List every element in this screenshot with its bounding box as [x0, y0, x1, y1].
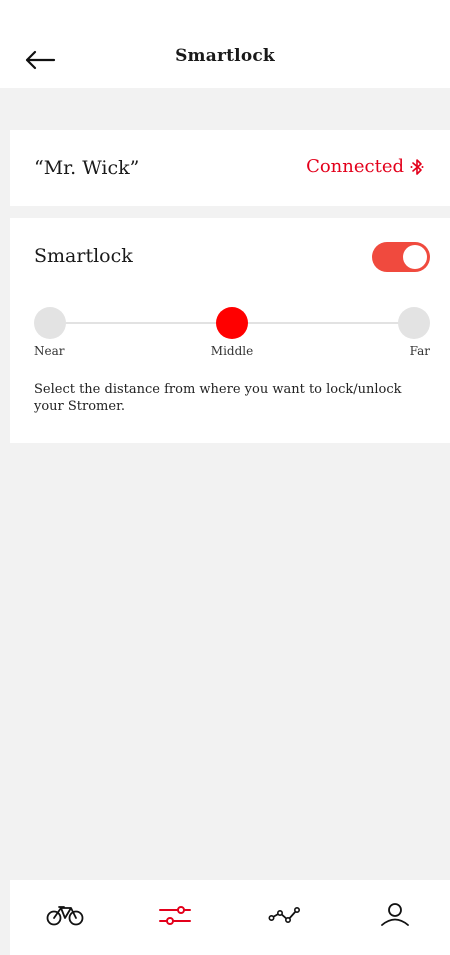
profile-icon [381, 902, 409, 926]
connection-status-label: Connected [306, 156, 404, 177]
bluetooth-icon [410, 158, 424, 175]
nav-bike[interactable] [10, 880, 120, 955]
distance-stop-near[interactable] [34, 307, 66, 339]
distance-label-middle: Middle [210, 344, 254, 358]
bike-name: “Mr. Wick” [34, 157, 140, 179]
page-title: Smartlock [175, 46, 275, 66]
app-header: Smartlock [0, 0, 450, 88]
distance-label-near: Near [34, 344, 65, 358]
nav-statistics[interactable] [230, 880, 340, 955]
route-icon [268, 906, 300, 923]
distance-stop-far[interactable] [398, 307, 430, 339]
sliders-icon [159, 905, 191, 925]
smartlock-toggle[interactable] [372, 242, 430, 272]
distance-stop-middle[interactable] [216, 307, 248, 339]
nav-profile[interactable] [340, 880, 450, 955]
bottom-navigation [10, 880, 450, 955]
nav-settings[interactable] [120, 880, 230, 955]
bike-icon [46, 905, 84, 925]
smartlock-label: Smartlock [34, 245, 133, 267]
toggle-knob [403, 245, 427, 269]
bike-connection-card: “Mr. Wick” Connected [10, 130, 450, 206]
distance-help-text: Select the distance from where you want … [34, 382, 402, 414]
connection-status: Connected [306, 156, 424, 177]
distance-label-far: Far [409, 344, 430, 358]
smartlock-card: Smartlock Near Middle Far Select the dis… [10, 218, 450, 443]
